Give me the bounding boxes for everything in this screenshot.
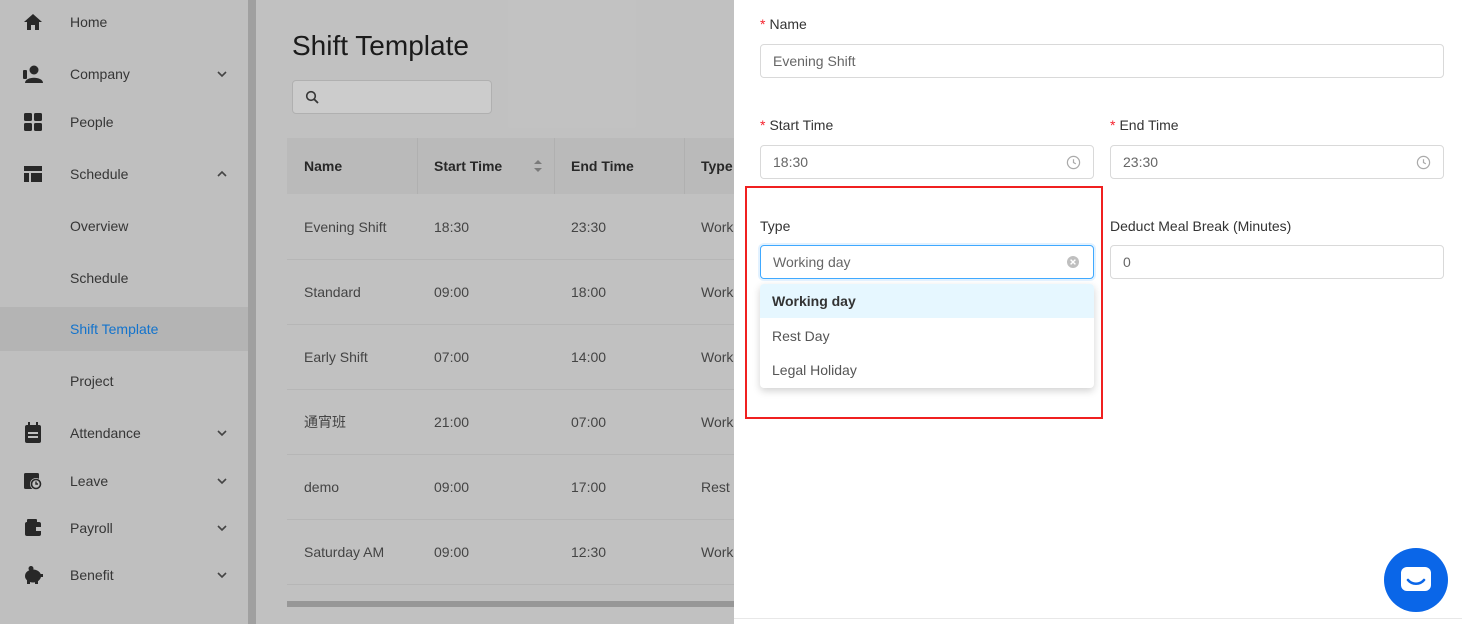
clock-icon [1065, 154, 1081, 170]
meal-break-label: Deduct Meal Break (Minutes) [1110, 218, 1292, 234]
end-time-label: * End Time [1110, 117, 1179, 133]
start-time-label-text: Start Time [769, 117, 834, 133]
start-time-picker[interactable]: 18:30 [760, 145, 1094, 179]
highlight-box [745, 186, 1103, 419]
drawer-footer-divider [734, 618, 1462, 619]
required-mark: * [1110, 117, 1116, 133]
modal-mask[interactable] [0, 0, 734, 624]
chat-icon [1399, 565, 1433, 595]
meal-break-input[interactable]: 0 [1110, 245, 1444, 279]
start-time-value: 18:30 [773, 154, 809, 170]
end-time-value: 23:30 [1123, 154, 1159, 170]
end-time-label-text: End Time [1119, 117, 1179, 133]
required-mark: * [760, 117, 766, 133]
clock-icon [1415, 154, 1431, 170]
name-label-text: Name [769, 16, 807, 32]
chat-support-button[interactable] [1384, 548, 1448, 612]
name-label: * Name [760, 16, 807, 32]
required-mark: * [760, 16, 766, 32]
end-time-picker[interactable]: 23:30 [1110, 145, 1444, 179]
name-input[interactable]: Evening Shift [760, 44, 1444, 78]
start-time-label: * Start Time [760, 117, 833, 133]
